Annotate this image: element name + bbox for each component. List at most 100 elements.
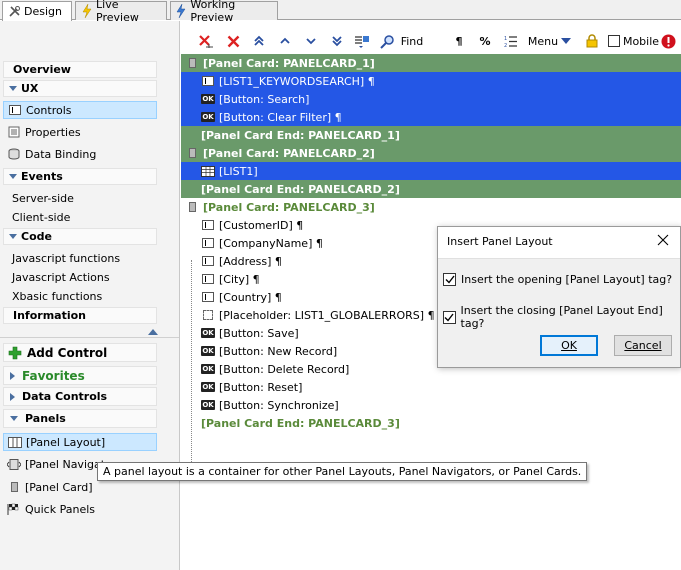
favorites-header[interactable]: Favorites [3,366,157,385]
sidebar-item-panel-layout[interactable]: [Panel Layout] [3,433,157,451]
add-control-header[interactable]: Add Control [3,343,157,362]
section-events[interactable]: Events [3,168,157,185]
ok-button-icon: OK [201,382,215,392]
sidebar-item-client-side[interactable]: Client-side [12,211,70,224]
cancel-button[interactable]: Cancel [614,335,672,356]
find-button[interactable]: Find [397,32,427,50]
sidebar-item-server-side[interactable]: Server-side [12,192,74,205]
lock-icon[interactable] [584,32,600,50]
database-icon [7,148,21,160]
panel-card-end-row[interactable]: [Panel Card End: PANELCARD_2] [181,180,681,198]
insert-opening-tag-option[interactable]: Insert the opening [Panel Layout] tag? [443,273,672,286]
panel-card-row[interactable]: [Panel Card: PANELCARD_3] [181,198,681,216]
list-edit-icon[interactable] [353,32,371,50]
properties-icon [7,126,21,138]
sidebar-item-label: Quick Panels [25,502,96,516]
delete-icon[interactable] [225,32,241,50]
checkbox-checked-icon[interactable] [443,310,456,324]
close-icon[interactable] [656,233,670,247]
button-row[interactable]: OK [Button: Search] [181,90,681,108]
mobile-checkbox[interactable] [607,32,621,50]
sidebar-item-label: Properties [25,125,81,139]
button-row[interactable]: OK [Button: Synchronize] [181,396,681,414]
sidebar-item-label: Data Binding [25,147,97,161]
button-row[interactable]: OK [Button: Reset] [181,378,681,396]
sidebar-item-quick-panels[interactable]: Quick Panels [3,500,157,518]
tab-design[interactable]: Design [2,1,72,21]
ok-button[interactable]: OK [540,335,598,356]
field-row[interactable]: [LIST1_KEYWORDSEARCH] ¶ [181,72,681,90]
move-up-icon[interactable] [277,32,293,50]
section-label: Data Controls [22,390,108,403]
move-to-bottom-icon[interactable] [329,32,345,50]
ok-button-icon: OK [201,400,215,410]
collapse-up-icon[interactable] [148,329,158,335]
move-to-top-icon[interactable] [251,32,267,50]
data-controls-header[interactable]: Data Controls [3,387,157,406]
tree-row-label: [Placeholder: LIST1_GLOBALERRORS] ¶ [219,308,435,322]
menu-button[interactable]: Menu [528,32,558,50]
tree-row-label: [Panel Card: PANELCARD_1] [203,56,375,70]
divider [0,337,179,338]
section-label: UX [21,82,39,95]
move-down-icon[interactable] [303,32,319,50]
section-information[interactable]: Information [3,307,157,324]
toolbar: Find ¶ % 12 Menu Mobile [181,30,681,52]
list-row[interactable]: [LIST1] [181,162,681,180]
tree-row-label: [Panel Card End: PANELCARD_2] [201,182,400,196]
tab-live-preview[interactable]: Live Preview [75,0,167,24]
menu-dropdown-icon[interactable] [559,32,573,50]
tree-row-label: [CompanyName] ¶ [219,236,323,250]
delete-all-icon[interactable] [197,32,215,50]
checkbox-checked-icon[interactable] [443,273,456,286]
dialog-title: Insert Panel Layout [447,235,553,248]
section-ux[interactable]: UX [3,80,157,97]
panel-card-icon [7,481,21,493]
tree-row-label: [Button: Synchronize] [219,398,339,412]
panel-card-row[interactable]: [Panel Card: PANELCARD_2] [181,144,681,162]
percent-button[interactable]: % [479,32,491,50]
tree-row-label: [LIST1_KEYWORDSEARCH] ¶ [219,74,375,88]
sidebar-item-javascript-functions[interactable]: Javascript functions [12,252,120,265]
expand-arrow-icon [10,392,15,401]
ok-button-icon: OK [201,364,215,374]
option-label: Insert the opening [Panel Layout] tag? [461,273,673,286]
find-icon[interactable] [378,32,396,50]
tree-row-label: [Button: Search] [219,92,310,106]
panel-card-icon [185,58,199,69]
ok-button-icon: OK [201,346,215,356]
section-overview[interactable]: Overview [3,61,157,78]
panels-header[interactable]: Panels [3,409,157,428]
tree-row-label: [City] ¶ [219,272,260,286]
checkered-flag-icon [7,503,21,515]
panel-card-row[interactable]: [Panel Card: PANELCARD_1] [181,54,681,72]
design-icon [7,5,21,19]
error-icon[interactable] [660,32,676,50]
panel-layout-icon [8,436,22,448]
show-paragraph-button[interactable]: ¶ [454,32,464,50]
section-label: Overview [13,63,71,76]
sidebar-item-label: Controls [26,103,72,117]
tab-label: Design [24,5,62,18]
tab-label: Working Preview [190,0,236,24]
sidebar-item-properties[interactable]: Properties [3,123,157,141]
sidebar-item-data-binding[interactable]: Data Binding [3,145,157,163]
sidebar-item-controls[interactable]: Controls [3,101,157,119]
plus-icon [8,346,22,360]
sidebar-item-javascript-actions[interactable]: Javascript Actions [12,271,110,284]
section-label: Favorites [22,368,85,383]
option-label: Insert the closing [Panel Layout End] ta… [460,304,663,330]
button-row[interactable]: OK [Button: Clear Filter] ¶ [181,108,681,126]
tree-row-label: [Button: Delete Record] [219,362,350,376]
textbox-icon [201,256,215,267]
tab-bar: Design Live Preview Working Preview [0,0,681,24]
panel-card-end-row[interactable]: [Panel Card End: PANELCARD_1] [181,126,681,144]
textbox-icon [201,238,215,249]
section-code[interactable]: Code [3,228,157,245]
numbered-list-icon[interactable]: 12 [503,32,519,50]
panel-card-end-row[interactable]: [Panel Card End: PANELCARD_3] [181,414,681,432]
tab-working-preview[interactable]: Working Preview [170,0,278,24]
tree-row-label: [Panel Card: PANELCARD_2] [203,146,375,160]
sidebar-item-xbasic-functions[interactable]: Xbasic functions [12,290,102,303]
insert-closing-tag-option[interactable]: Insert the closing [Panel Layout End] ta… [443,304,680,330]
